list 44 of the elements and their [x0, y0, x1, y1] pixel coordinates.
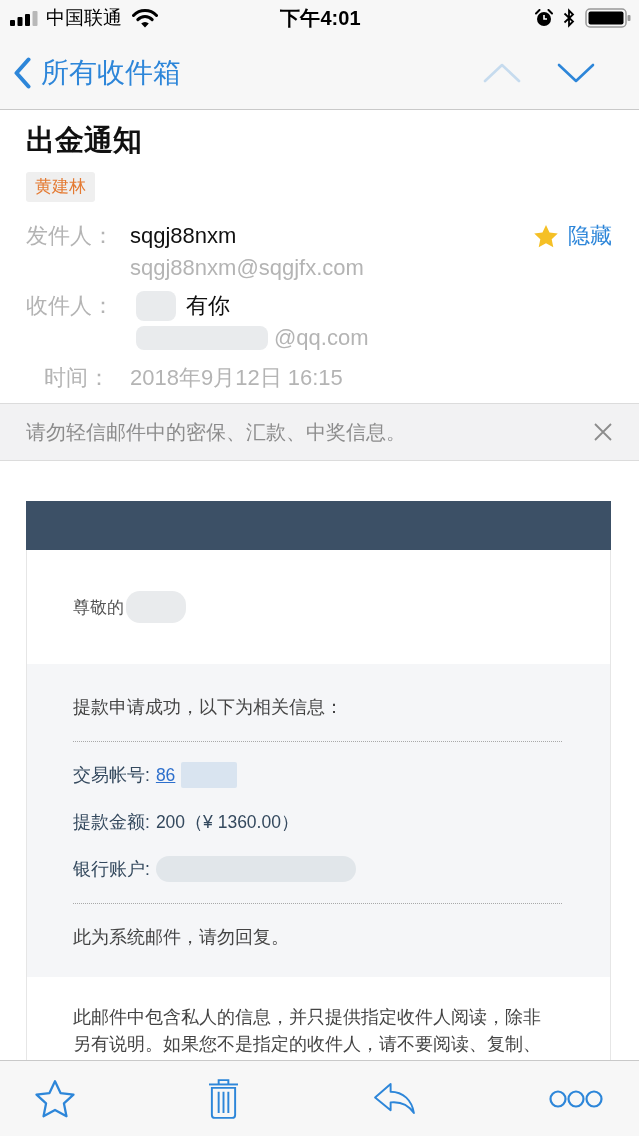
chevron-down-icon: [557, 62, 595, 83]
more-icon: [549, 1088, 603, 1109]
star-button[interactable]: [35, 1079, 75, 1118]
more-button[interactable]: [549, 1088, 603, 1109]
wifi-icon: [132, 8, 158, 28]
hide-details-link[interactable]: 隐藏: [568, 220, 612, 252]
field-label: 提款金额:: [73, 811, 150, 834]
field-label: 银行账户:: [73, 858, 150, 881]
reply-button[interactable]: [372, 1082, 416, 1115]
battery-icon: [585, 8, 631, 28]
notice-text: 此为系统邮件，请勿回复。: [73, 926, 290, 949]
warning-text: 请勿轻信邮件中的密保、汇款、中奖信息。: [26, 419, 406, 445]
time-label: 时间：: [43, 364, 110, 392]
chevron-left-icon: [14, 56, 31, 89]
close-button[interactable]: [594, 423, 612, 441]
sent-time: 2018年9月12日 16:15: [130, 364, 344, 392]
recipient-label: 收件人：: [26, 292, 110, 320]
sender-name: sqgj88nxm: [130, 222, 237, 250]
recipient-name: 有你: [186, 292, 230, 320]
carrier-name: 中国联通: [46, 6, 122, 30]
disclaimer-text: 此邮件中包含私人的信息，并只提供指定收件人阅读，除非另有说明。如果您不是指定的收件人，请不要阅读、复制、: [73, 1006, 542, 1056]
star-icon: [534, 224, 558, 248]
sender-label: 发件人：: [26, 222, 110, 250]
bluetooth-icon: [563, 8, 575, 28]
recipient-email: @qq.com: [274, 324, 369, 352]
trash-icon: [208, 1078, 240, 1119]
delete-button[interactable]: [208, 1078, 240, 1119]
greeting-text: 尊敬的: [73, 596, 124, 619]
intro-text: 提款申请成功，以下为相关信息：: [73, 696, 344, 719]
signal-icon: [10, 10, 38, 26]
alarm-clock-icon: [535, 9, 553, 27]
sender-email: sqgj88nxm@sqgjfx.com: [130, 254, 364, 282]
next-message-button[interactable]: [557, 62, 595, 83]
account-link[interactable]: 86: [155, 762, 176, 788]
reply-icon: [372, 1082, 416, 1115]
field-label: 交易帐号:: [73, 764, 150, 787]
status-time: 下午4:01: [280, 5, 361, 31]
star-icon: [35, 1079, 75, 1118]
back-button[interactable]: 所有收件箱: [14, 54, 181, 91]
field-value: 200（¥ 1360.00）: [155, 811, 299, 834]
chevron-up-icon: [483, 62, 521, 83]
email-subject: 出金通知: [26, 123, 143, 158]
sender-tag: 黄建林: [26, 172, 95, 202]
close-icon: [594, 423, 612, 441]
